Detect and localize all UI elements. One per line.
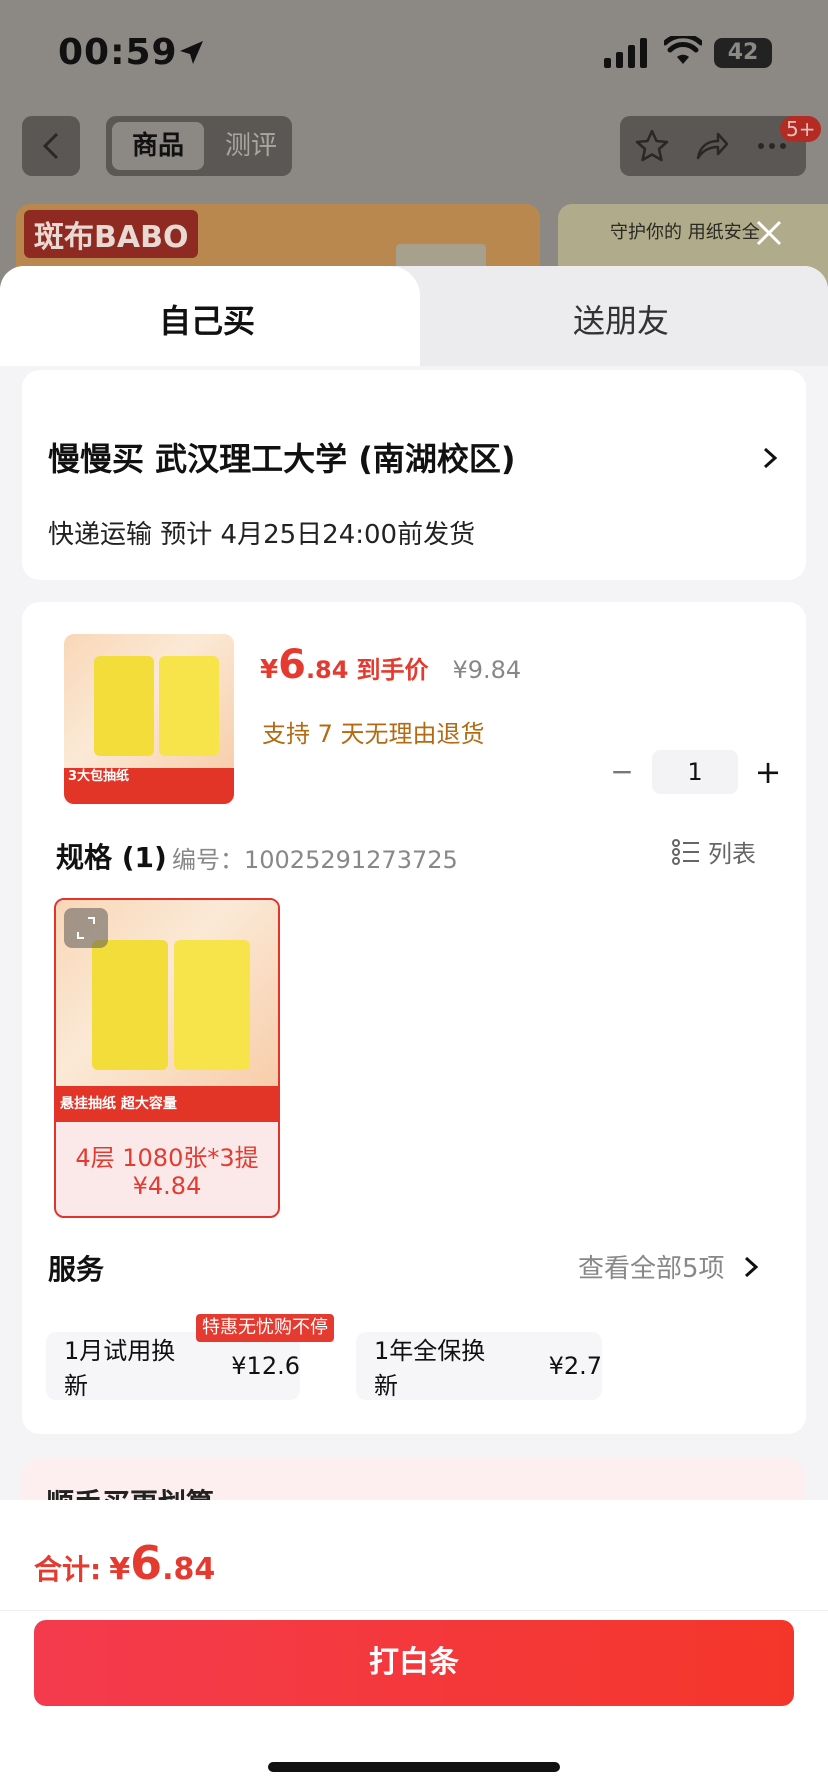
- original-price: ¥9.84: [452, 656, 522, 684]
- thumbnail-pack: [94, 656, 154, 756]
- share-icon[interactable]: [694, 128, 730, 164]
- spec-image-band-text: 悬挂抽纸 超大容量: [60, 1096, 177, 1112]
- close-icon[interactable]: [754, 218, 784, 248]
- shipping-estimate: 快递运输 预计 4月25日24:00前发货: [48, 520, 476, 550]
- service-promo-tag: 特惠无忧购不停: [196, 1314, 334, 1342]
- spec-code: 编号：100252912737​25: [172, 846, 458, 874]
- service-option[interactable]: 1年全保换新 ¥2.7: [356, 1332, 602, 1400]
- pay-button[interactable]: 打白条: [34, 1620, 794, 1706]
- increase-quantity-button[interactable]: +: [748, 750, 788, 794]
- banner-right-text: 守护你的 用纸安全: [610, 222, 760, 243]
- cellular-signal-icon: [604, 38, 647, 68]
- thumbnail-pack: [159, 656, 219, 756]
- star-icon[interactable]: [634, 128, 670, 164]
- view-all-services-label: 查看全部5项: [578, 1254, 725, 1284]
- back-button[interactable]: [22, 116, 80, 176]
- price-label: 到手价: [356, 656, 429, 684]
- service-option[interactable]: 1月试用换新 ¥12.6: [46, 1332, 300, 1400]
- service-price: ¥2.7: [548, 1352, 602, 1380]
- services-title: 服务: [48, 1253, 105, 1286]
- thumbnail-band: 3大包抽纸: [64, 768, 234, 804]
- tab-review[interactable]: 测评: [216, 122, 286, 170]
- sheet-tabs: 自己买 送朋友: [0, 266, 828, 366]
- service-name: 1月试用换新: [64, 1337, 176, 1400]
- home-indicator: [268, 1762, 560, 1772]
- quantity-input[interactable]: 1: [652, 750, 738, 794]
- total-integer: 6: [130, 1536, 163, 1590]
- list-view-toggle[interactable]: 列表: [672, 834, 756, 869]
- thumbnail-band-text: 3大包抽纸: [68, 769, 130, 784]
- address-card[interactable]: 慢慢买 武汉理工大学 (南湖校区) 快递运输 预计 4月25日24:00前发货: [22, 370, 806, 580]
- total-currency: ¥: [109, 1552, 131, 1587]
- status-bar: 00:59 42: [0, 0, 828, 110]
- spec-image-band: 悬挂抽纸 超大容量: [56, 1086, 278, 1122]
- spec-option[interactable]: 悬挂抽纸 超大容量 4层 1080张*3提 ¥4.84: [54, 898, 280, 1218]
- total-decimal: .84: [162, 1552, 216, 1587]
- brand-logo: 斑布BABO: [24, 210, 199, 258]
- tab-gift[interactable]: 送朋友: [414, 296, 828, 342]
- service-price: ¥12.6: [231, 1352, 300, 1380]
- tab-product[interactable]: 商品: [112, 122, 204, 170]
- status-time: 00:59: [58, 32, 178, 73]
- top-actions: [620, 116, 806, 176]
- total-label: 合计:: [34, 1553, 102, 1586]
- tab-self-buy[interactable]: 自己买: [0, 296, 414, 342]
- service-name: 1年全保换新: [374, 1337, 486, 1400]
- expand-image-button[interactable]: [64, 908, 108, 948]
- battery-indicator: 42: [714, 38, 772, 68]
- price-currency: ¥: [260, 655, 279, 685]
- product-thumbnail[interactable]: 3大包抽纸: [64, 634, 234, 804]
- spec-title: 规格 (1): [56, 841, 167, 874]
- order-total: 合计: ¥ 6 .84: [34, 1536, 215, 1590]
- decrease-quantity-button[interactable]: −: [602, 750, 642, 794]
- price-row: ¥ 6 .84 到手价 ¥9.84: [260, 642, 521, 688]
- delivery-address: 慢慢买 武汉理工大学 (南湖校区): [48, 440, 516, 478]
- spec-image-pack: [92, 940, 168, 1070]
- location-arrow-icon: [180, 41, 203, 64]
- list-icon: [672, 838, 699, 865]
- chevron-right-icon: [763, 447, 778, 469]
- checkout-footer: 合计: ¥ 6 .84 打白条: [0, 1500, 828, 1792]
- price-decimal: .84: [305, 656, 349, 684]
- spec-image-pack: [174, 940, 250, 1070]
- list-view-label: 列表: [708, 840, 756, 868]
- return-policy: 支持 7 天无理由退货: [262, 720, 485, 748]
- product-card: 3大包抽纸 ¥ 6 .84 到手价 ¥9.84 支持 7 天无理由退货 − 1 …: [22, 602, 806, 1434]
- top-tabs: 商品 测评: [106, 116, 292, 176]
- chevron-left-icon: [42, 132, 59, 160]
- price-integer: 6: [278, 642, 306, 688]
- footer-divider: [0, 1610, 828, 1611]
- view-all-services[interactable]: 查看全部5项: [578, 1248, 763, 1285]
- spec-option-name: 4层 1080张*3提: [75, 1144, 259, 1172]
- message-badge: 5+: [780, 116, 822, 142]
- spec-option-price: ¥4.84: [132, 1172, 202, 1200]
- expand-icon: [77, 917, 95, 939]
- wifi-icon: [664, 36, 702, 64]
- quantity-stepper: − 1 +: [602, 750, 788, 794]
- chevron-right-icon: [744, 1256, 758, 1277]
